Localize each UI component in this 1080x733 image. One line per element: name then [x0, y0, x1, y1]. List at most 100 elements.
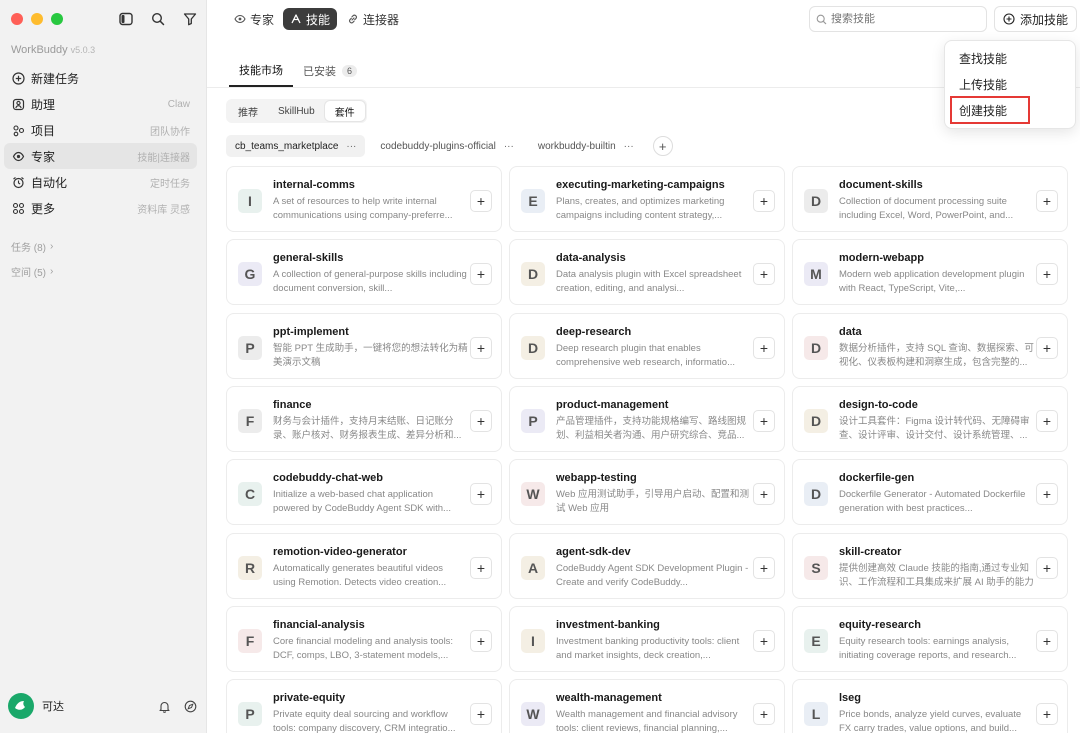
skill-card[interactable]: Llseg Price bonds, analyze yield curves, …	[792, 679, 1068, 733]
skill-card[interactable]: Sskill-creator 提供创建高效 Claude 技能的指南,通过专业知识…	[792, 532, 1068, 599]
tab-skills[interactable]: 技能	[283, 8, 338, 30]
skill-card[interactable]: Eequity-research Equity research tools: e…	[792, 605, 1068, 672]
install-skill-button[interactable]: +	[753, 336, 775, 359]
install-skill-button[interactable]: +	[470, 629, 492, 652]
sidebar-item-sub: 资料库 灵感	[137, 204, 190, 216]
close-window-button[interactable]	[11, 13, 23, 25]
sidebar-toggle-icon[interactable]	[117, 10, 135, 28]
sidebar-item-assistant[interactable]: 助理 Claw	[4, 91, 197, 117]
sidebar-item-automation[interactable]: 自动化 定时任务	[4, 169, 197, 195]
skill-card[interactable]: Ddata 数据分析插件，支持 SQL 查询、数据探索、可视化、仪表板构建和洞察生…	[792, 312, 1068, 379]
install-skill-button[interactable]: +	[753, 556, 775, 579]
sidebar-item-expert[interactable]: 专家 技能|连接器	[4, 143, 197, 169]
skill-card[interactable]: Ggeneral-skills A collection of general-p…	[226, 239, 502, 306]
skill-title: investment-banking	[556, 618, 660, 631]
skill-card[interactable]: Pproduct-management 产品管理插件，支持功能规格编写、路线图规划…	[509, 385, 785, 452]
skill-letter-icon: I	[238, 189, 262, 213]
skill-card[interactable]: Ccodebuddy-chat-web Initialize a web-base…	[226, 459, 502, 526]
install-skill-button[interactable]: +	[470, 703, 492, 726]
skill-letter-icon: D	[804, 335, 828, 360]
skill-card[interactable]: Ffinance 财务与会计插件，支持月末结账、日记账分录、账户核对、财务报表生成…	[226, 385, 502, 452]
skill-card[interactable]: Pprivate-equity Private equity deal sourc…	[226, 679, 502, 733]
sidebar-item-more[interactable]: 更多 资料库 灵感	[4, 195, 197, 221]
skill-card[interactable]: Ddocument-skills Collection of document p…	[792, 166, 1068, 232]
source-workbuddy-builtin[interactable]: workbuddy-builtin ···	[529, 135, 643, 157]
skill-card[interactable]: Ffinancial-analysis Core financial modeli…	[226, 605, 502, 672]
source-codebuddy-plugins-official[interactable]: codebuddy-plugins-official ···	[371, 135, 522, 157]
search-icon[interactable]	[149, 10, 167, 28]
menu-item-upload-skill[interactable]: 上传技能	[945, 71, 1075, 97]
tab-installed[interactable]: 已安装 6	[293, 55, 367, 87]
tab-connectors[interactable]: 连接器	[340, 8, 406, 30]
install-skill-button[interactable]: +	[470, 336, 492, 359]
source-cb-teams-marketplace[interactable]: cb_teams_marketplace ···	[226, 135, 366, 157]
install-skill-button[interactable]: +	[1036, 190, 1058, 212]
install-skill-button[interactable]: +	[1036, 483, 1058, 506]
menu-item-label: 上传技能	[959, 77, 1008, 92]
install-skill-button[interactable]: +	[753, 483, 775, 506]
bell-icon[interactable]	[156, 698, 172, 714]
more-icon[interactable]: ···	[624, 141, 634, 152]
assistant-icon	[11, 97, 25, 111]
skill-card[interactable]: Ddeep-research Deep research plugin that …	[509, 312, 785, 379]
skill-card[interactable]: Rremotion-video-generator Automatically g…	[226, 532, 502, 599]
installed-count-badge: 6	[342, 65, 358, 77]
compass-icon[interactable]	[182, 698, 198, 714]
sidebar-item-label: 新建任务	[31, 71, 80, 86]
segment-suites[interactable]: 套件	[324, 101, 365, 121]
skill-card[interactable]: Iinvestment-banking Investment banking pr…	[509, 605, 785, 672]
add-source-button[interactable]: +	[652, 136, 673, 156]
link-icon	[349, 14, 357, 24]
skill-card[interactable]: Eexecuting-marketing-campaigns Plans, cre…	[509, 166, 785, 232]
skill-letter-icon: E	[804, 628, 828, 653]
skill-title: remotion-video-generator	[273, 545, 407, 558]
maximize-window-button[interactable]	[51, 13, 63, 25]
skill-card[interactable]: Aagent-sdk-dev CodeBuddy Agent SDK Develo…	[509, 532, 785, 599]
skill-card[interactable]: Wwealth-management Wealth management and …	[509, 679, 785, 733]
install-skill-button[interactable]: +	[1036, 629, 1058, 652]
search-box[interactable]	[809, 6, 987, 32]
install-skill-button[interactable]: +	[1036, 703, 1058, 726]
more-icon[interactable]: ···	[346, 141, 356, 152]
search-input[interactable]	[831, 13, 971, 25]
menu-item-find-skill[interactable]: 查找技能	[945, 45, 1075, 71]
install-skill-button[interactable]: +	[470, 263, 492, 286]
install-skill-button[interactable]: +	[1036, 263, 1058, 286]
menu-item-create-skill[interactable]: 创建技能	[950, 96, 1030, 124]
skill-card[interactable]: Mmodern-webapp Modern web application dev…	[792, 239, 1068, 306]
install-skill-button[interactable]: +	[470, 190, 492, 212]
segment-skillhub[interactable]: SkillHub	[268, 101, 325, 121]
skill-card[interactable]: Ddesign-to-code 设计工具套件：Figma 设计转代码、无障碍审查、…	[792, 385, 1068, 452]
tab-expert[interactable]: 专家	[227, 8, 281, 30]
sidebar-group-tasks[interactable]: 任务 (8) ›	[11, 239, 53, 254]
install-skill-button[interactable]: +	[753, 703, 775, 726]
skill-card[interactable]: Wwebapp-testing Web 应用测试助手，引导用户启动、配置和测试 W…	[509, 459, 785, 526]
install-skill-button[interactable]: +	[470, 409, 492, 432]
sidebar-group-spaces[interactable]: 空间 (5) ›	[11, 264, 53, 279]
skill-title: codebuddy-chat-web	[273, 472, 384, 485]
skill-card[interactable]: Pppt-implement 智能 PPT 生成助手，一键将您的想法转化为精美演示…	[226, 312, 502, 379]
install-skill-button[interactable]: +	[753, 190, 775, 212]
install-skill-button[interactable]: +	[753, 409, 775, 432]
add-skill-button[interactable]: 添加技能	[994, 6, 1077, 32]
tab-skill-market[interactable]: 技能市场	[229, 55, 293, 87]
more-icon[interactable]: ···	[504, 141, 514, 152]
install-skill-button[interactable]: +	[470, 483, 492, 506]
skill-card[interactable]: Ddockerfile-gen Dockerfile Generator - Au…	[792, 459, 1068, 526]
install-skill-button[interactable]: +	[753, 263, 775, 286]
install-skill-button[interactable]: +	[1036, 409, 1058, 432]
minimize-window-button[interactable]	[31, 13, 43, 25]
install-skill-button[interactable]: +	[470, 556, 492, 579]
sidebar-item-project[interactable]: 项目 团队协作	[4, 117, 197, 143]
avatar[interactable]	[8, 693, 34, 719]
skill-card[interactable]: Iinternal-comms A set of resources to hel…	[226, 166, 502, 232]
user-name[interactable]: 可达	[42, 698, 146, 714]
sidebar-item-new-task[interactable]: 新建任务	[4, 65, 197, 91]
filter-icon[interactable]	[181, 10, 199, 28]
segment-recommended[interactable]: 推荐	[228, 101, 268, 121]
skill-card[interactable]: Ddata-analysis Data analysis plugin with …	[509, 239, 785, 306]
skill-title: design-to-code	[839, 398, 918, 411]
install-skill-button[interactable]: +	[753, 629, 775, 652]
install-skill-button[interactable]: +	[1036, 336, 1058, 359]
install-skill-button[interactable]: +	[1036, 556, 1058, 579]
